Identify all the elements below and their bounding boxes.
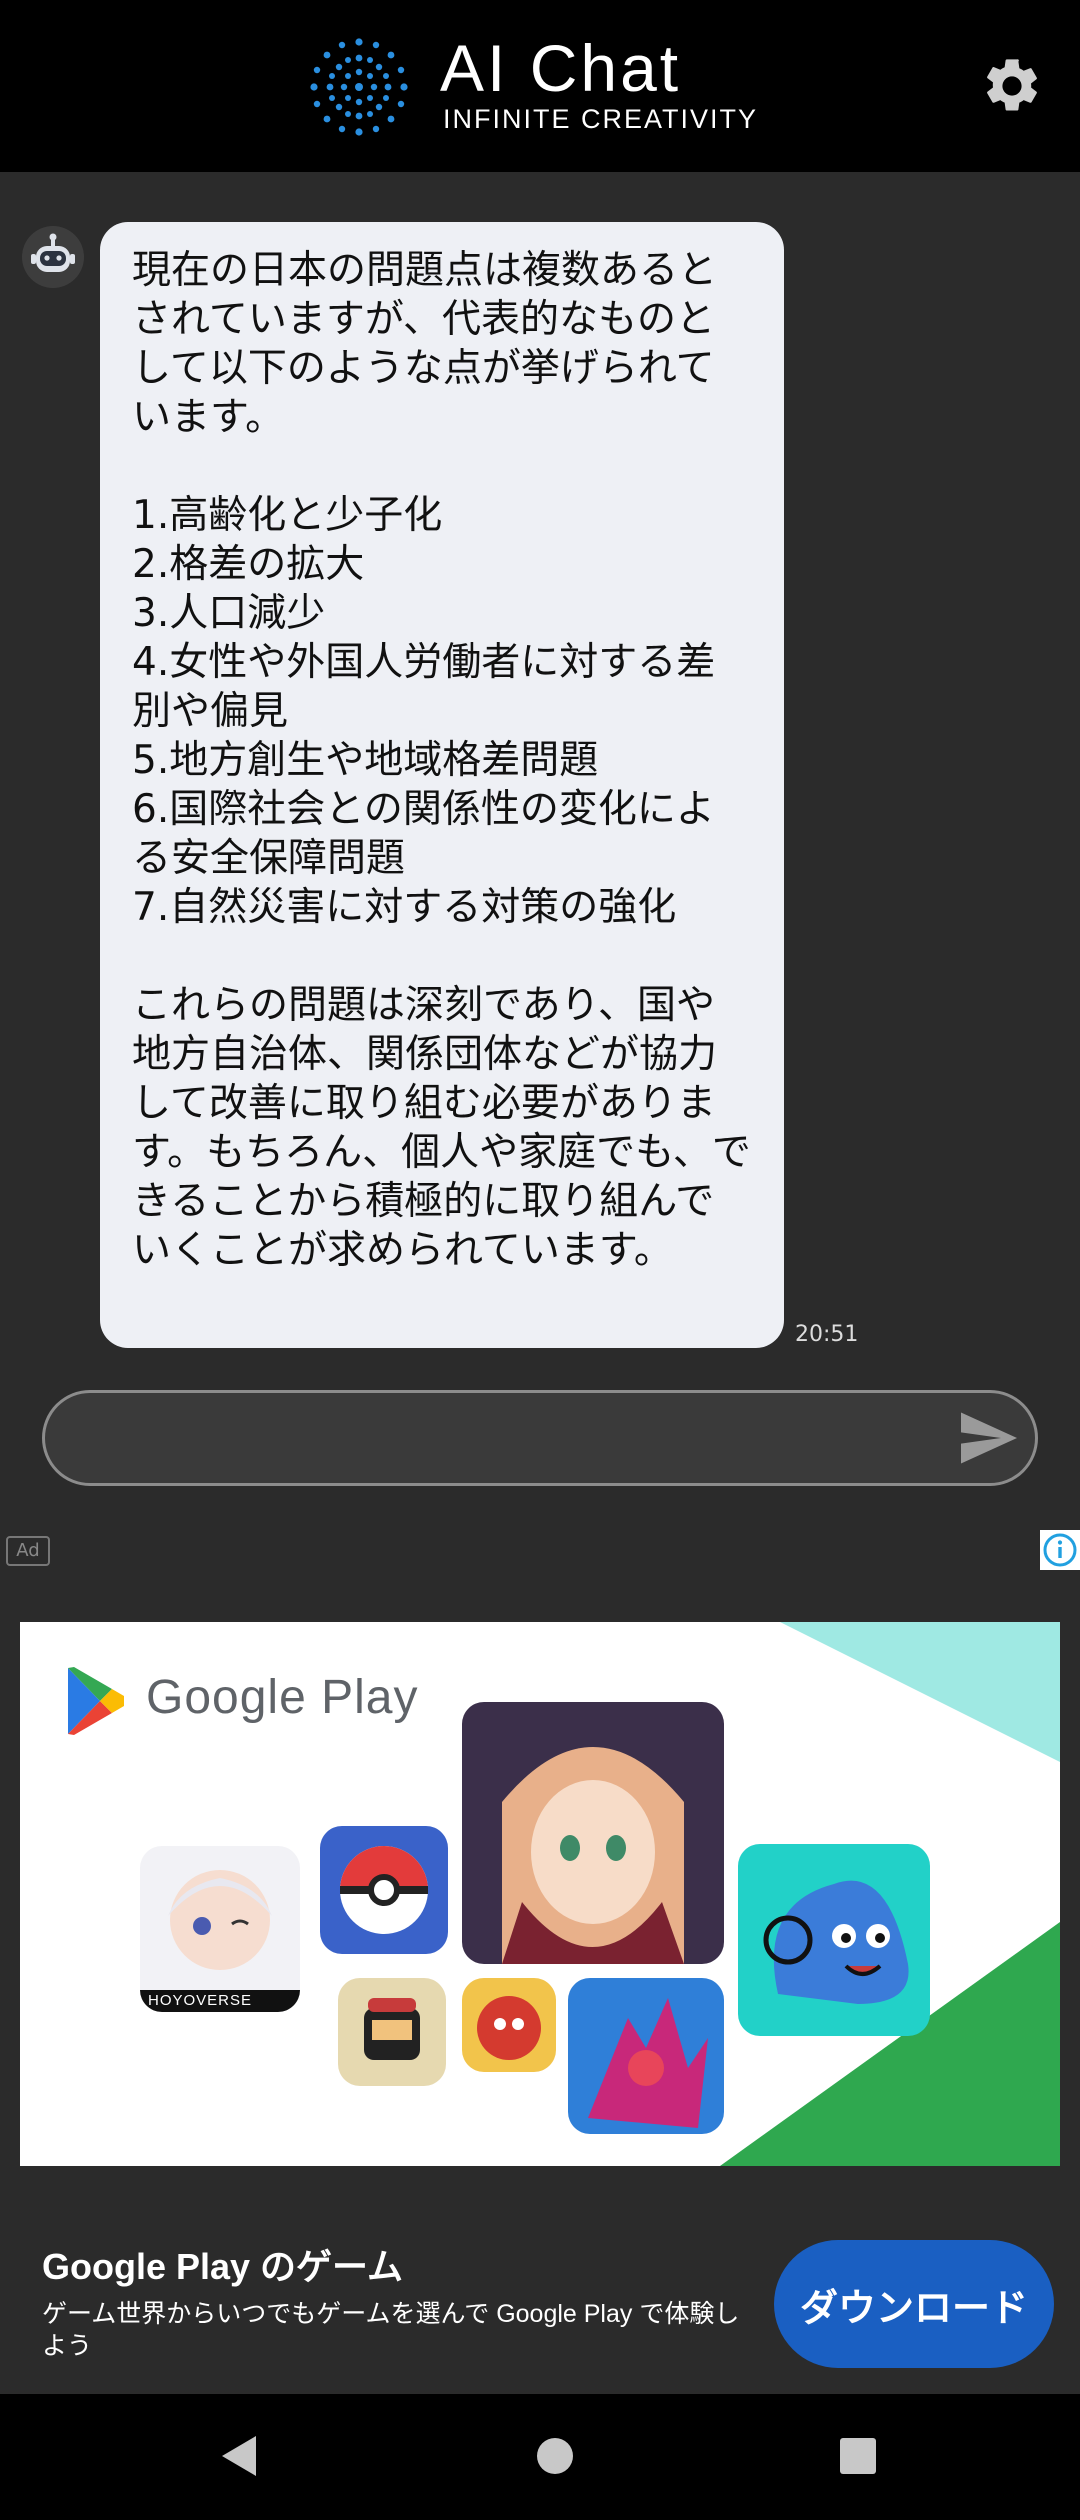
bot-message-bubble: 現在の日本の問題点は複数あるとされていますが、代表的なものとして以下のような点が…: [100, 222, 784, 1348]
message-input[interactable]: [42, 1390, 1038, 1486]
app-title: AI Chat: [440, 31, 682, 105]
download-button[interactable]: ダウンロード: [774, 2240, 1054, 2368]
send-icon[interactable]: [958, 1410, 1020, 1466]
pokemon-go-app-icon: [320, 1826, 448, 1954]
dragon-quest-walk-app-icon: [738, 1844, 930, 2036]
character-game-app-icon: [462, 1702, 724, 1964]
gear-icon[interactable]: [980, 54, 1044, 118]
puzzle-dragons-app-icon: [568, 1978, 724, 2134]
ad-badge: Ad: [6, 1536, 50, 1566]
app-subtitle: INFINITE CREATIVITY: [443, 104, 759, 134]
hoyoverse-label: HOYOVERSE: [148, 1992, 253, 2009]
ad-banner[interactable]: Google Play HOYOVERSE: [20, 1622, 1060, 2166]
home-icon[interactable]: [525, 2426, 585, 2486]
ad-title[interactable]: Google Play のゲーム: [42, 2238, 403, 2290]
message-timestamp: 20:51: [795, 1322, 859, 1347]
app-header: AI Chat INFINITE CREATIVITY: [0, 0, 1080, 172]
logo-icon: [310, 38, 408, 136]
shooter-game-app-icon: [338, 1978, 446, 2086]
ad-description: ゲーム世界からいつでもゲームを選んで Google Play で体験しよう: [42, 2300, 740, 2360]
google-play-wordmark: Google Play: [146, 1671, 419, 1724]
info-icon[interactable]: [1040, 1530, 1080, 1570]
robot-icon: [22, 226, 84, 288]
system-nav-bar: [0, 2394, 1080, 2520]
genshin-app-icon: [140, 1846, 300, 2012]
monster-game-app-icon: [462, 1978, 556, 2072]
back-icon[interactable]: [210, 2426, 270, 2486]
google-play-icon: [68, 1667, 124, 1735]
recent-apps-icon[interactable]: [828, 2426, 888, 2486]
